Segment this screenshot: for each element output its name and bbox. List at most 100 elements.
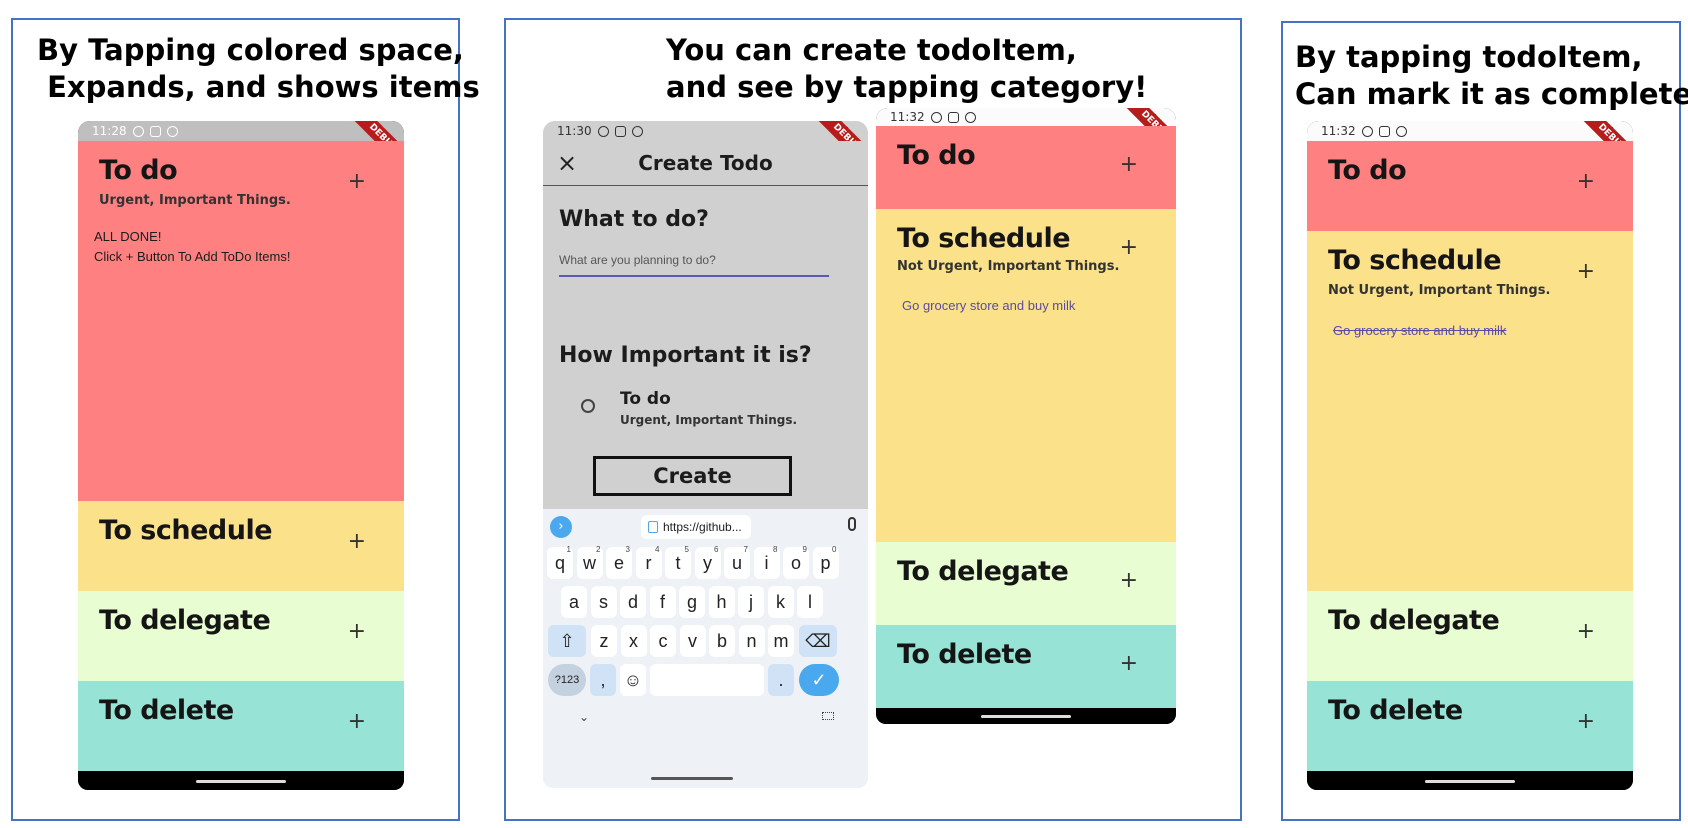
section-delete[interactable]: To delete + [1307,681,1633,771]
section-delegate[interactable]: To delegate + [78,591,404,681]
add-todo-button[interactable]: + [1120,237,1138,259]
question-importance: How Important it is? [559,343,812,368]
period-key[interactable]: . [768,664,794,696]
key-j[interactable]: j [738,586,764,618]
add-todo-button[interactable]: + [348,531,366,553]
sync-icon [631,125,643,137]
key-n[interactable]: n [738,625,765,657]
section-schedule[interactable]: To schedule + [78,501,404,591]
section-title: To delegate [99,605,271,636]
create-button[interactable]: Create [593,456,792,496]
question-what: What to do? [559,207,709,232]
add-todo-button[interactable]: + [1577,171,1595,193]
keyboard-expand-icon[interactable]: › [550,516,572,538]
section-todo[interactable]: To do + [876,126,1176,209]
sync-icon [166,125,178,137]
key-g[interactable]: g [679,586,705,618]
add-todo-button[interactable]: + [348,711,366,733]
key-r[interactable]: r4 [635,545,662,579]
key-label: p [820,553,831,573]
keyboard-hide-icon[interactable]: ⌄ [579,710,589,724]
add-todo-button[interactable]: + [1120,653,1138,675]
key-q[interactable]: q1 [547,545,573,579]
section-subtitle: Not Urgent, Important Things. [1328,283,1551,298]
key-z[interactable]: z [591,625,617,657]
section-title: To schedule [897,223,1071,254]
section-delete[interactable]: To delete + [876,625,1176,708]
status-time: 11:32 [1321,124,1356,138]
key-label: e [613,553,624,573]
key-u[interactable]: u7 [724,545,750,579]
section-title: To delegate [897,556,1069,587]
add-todo-button[interactable]: + [348,171,366,193]
key-o[interactable]: o9 [783,545,809,579]
home-handle[interactable] [981,715,1071,718]
key-t[interactable]: t5 [665,545,691,579]
backspace-key[interactable]: ⌫ [799,625,837,657]
key-number-hint: 0 [832,545,837,554]
shift-key[interactable]: ⇧ [548,625,586,657]
key-d[interactable]: d [620,586,646,618]
home-handle[interactable] [1425,780,1515,783]
add-todo-button[interactable]: + [1577,711,1595,733]
add-todo-button[interactable]: + [1577,261,1595,283]
key-c[interactable]: c [650,625,676,657]
key-k[interactable]: k [767,586,794,618]
key-number-hint: 2 [596,545,601,554]
key-x[interactable]: x [620,625,647,657]
key-a[interactable]: a [561,586,587,618]
keyboard-switch-icon[interactable] [822,712,834,720]
key-p[interactable]: p0 [812,545,839,579]
shield-icon [132,125,144,137]
section-schedule[interactable]: To schedule Not Urgent, Important Things… [1307,231,1633,591]
clipboard-chip[interactable]: https://github... [641,515,751,539]
key-b[interactable]: b [709,625,735,657]
space-key[interactable] [650,664,764,696]
todo-input[interactable]: What are you planning to do? [559,249,829,277]
panel-1-caption: By Tapping colored space, Expands, and s… [37,33,480,104]
section-delete[interactable]: To delete + [78,681,404,771]
todo-item[interactable]: Go grocery store and buy milk [902,298,1075,313]
key-h[interactable]: h [708,586,735,618]
shield-icon [930,111,942,123]
key-v[interactable]: v [679,625,706,657]
key-l[interactable]: l [797,586,823,618]
comma-key[interactable]: , [590,664,616,696]
key-label: o [790,553,801,573]
add-todo-button[interactable]: + [1120,570,1138,592]
sync-icon [1395,125,1407,137]
section-todo[interactable]: To do + [1307,141,1633,231]
key-w[interactable]: w2 [576,545,603,579]
key-m[interactable]: m [768,625,794,657]
add-todo-button[interactable]: + [1577,621,1595,643]
section-todo[interactable]: To do Urgent, Important Things. + ALL DO… [78,141,404,501]
key-label: y [703,553,712,573]
radio-todo[interactable] [581,399,595,413]
keyboard-row-4: ?123 , ☺ . ✓ [543,664,868,698]
add-todo-button[interactable]: + [1120,154,1138,176]
home-handle[interactable] [651,777,733,780]
enter-key[interactable]: ✓ [799,664,839,696]
key-f[interactable]: f [649,586,676,618]
status-bar: 11:28 ▾▮ [78,121,404,141]
emoji-key[interactable]: ☺ [620,664,646,696]
key-i[interactable]: i8 [753,545,780,579]
add-todo-button[interactable]: + [348,621,366,643]
section-delegate[interactable]: To delegate + [1307,591,1633,681]
section-schedule[interactable]: To schedule Not Urgent, Important Things… [876,209,1176,542]
panel-2-caption: You can create todoItem, and see by tapp… [666,33,1148,104]
todo-item-completed[interactable]: Go grocery store and buy milk [1333,323,1506,338]
phone-1: 11:28 ▾▮ DEBUG To do Urgent, Important T… [78,121,404,790]
symbols-key[interactable]: ?123 [548,664,586,696]
key-y[interactable]: y6 [694,545,721,579]
key-number-hint: 9 [802,545,807,554]
key-s[interactable]: s [590,586,617,618]
todo-input-placeholder: What are you planning to do? [559,253,716,267]
home-handle[interactable] [196,780,286,783]
panel-2: You can create todoItem, and see by tapp… [504,18,1242,821]
keyboard-row-2: asdfghjkl [543,586,868,620]
section-delegate[interactable]: To delegate + [876,542,1176,625]
shield-icon [1361,125,1373,137]
mic-icon[interactable] [848,517,856,531]
key-e[interactable]: e3 [606,545,632,579]
